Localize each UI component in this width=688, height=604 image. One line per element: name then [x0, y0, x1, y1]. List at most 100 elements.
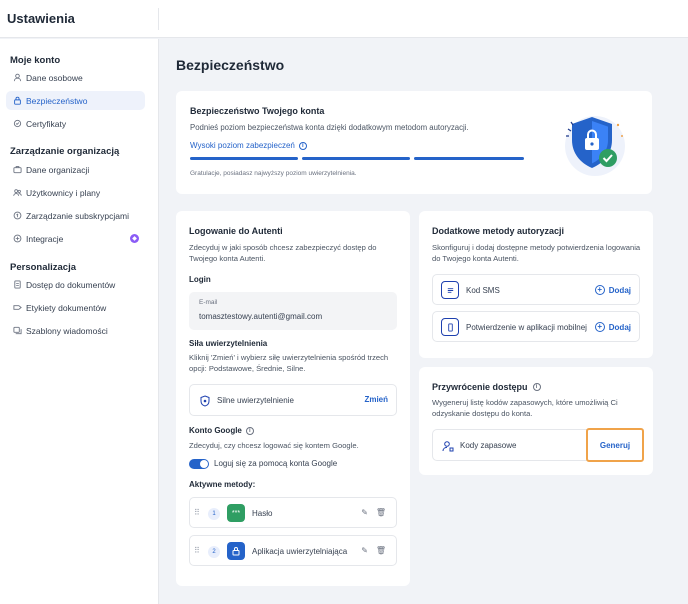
shield-check-icon [565, 116, 625, 176]
info-icon[interactable]: i [532, 383, 541, 391]
phone-lock-icon [227, 542, 245, 560]
sidebar-item-label: Dostęp do dokumentów [26, 279, 116, 290]
auth-card-title: Dodatkowe metody autoryzacji [432, 226, 565, 236]
login-card-description: Zdecyduj w jaki sposób chcesz zabezpiecz… [189, 243, 377, 263]
document-icon [8, 280, 26, 289]
strength-title: Siła uwierzytelnienia [189, 339, 268, 348]
edit-icon[interactable]: ✎ [361, 508, 368, 517]
security-level-bar-segment [302, 157, 410, 160]
user-icon [8, 73, 26, 82]
sidebar-item-document-access[interactable]: Dostęp do dokumentów [6, 275, 145, 294]
email-field-label: E-mail [199, 299, 218, 306]
sidebar-section-organization: Zarządzanie organizacją [10, 146, 120, 157]
app-title: Ustawienia [7, 11, 75, 26]
subscription-icon [8, 211, 26, 220]
sms-label: Kod SMS [466, 286, 500, 295]
add-mobile-app-button[interactable]: + Dodaj [594, 322, 631, 332]
recovery-description: Wygeneruj listę kodów zapasowych, które … [432, 398, 618, 418]
shield-icon [199, 394, 211, 407]
trash-icon[interactable]: 🗑 [376, 508, 386, 517]
sidebar-item-integrations[interactable]: Integracje ◆ [6, 229, 145, 248]
sidebar-item-document-labels[interactable]: Etykiety dokumentów [6, 298, 145, 317]
security-level-text: Wysoki poziom zabezpieczeń [190, 141, 295, 150]
sms-icon [441, 281, 459, 299]
template-icon [8, 326, 26, 335]
google-login-toggle[interactable] [189, 459, 209, 469]
sidebar-item-label: Szablony wiadomości [26, 325, 108, 336]
briefcase-icon [8, 165, 26, 174]
users-icon [8, 188, 26, 197]
google-toggle-label: Loguj się za pomocą konta Google [214, 459, 338, 468]
add-sms-button[interactable]: + Dodaj [594, 285, 631, 295]
method-label: Aplikacja uwierzytelniająca [252, 547, 348, 556]
google-title-row: Konto Google i [189, 426, 254, 435]
mobile-app-label: Potwierdzenie w aplikacji mobilnej [466, 323, 587, 332]
sidebar-section-my-account: Moje konto [10, 55, 61, 66]
security-level-bar-segment [190, 157, 298, 160]
strength-description: Kliknij 'Zmień' i wybierz siłę uwierzyte… [189, 353, 389, 373]
drag-handle-icon[interactable]: ⠿ [194, 508, 200, 517]
topbar-divider [158, 8, 159, 30]
active-methods-label: Aktywne metody: [189, 480, 256, 489]
recovery-title-row: Przywrócenie dostępu i [432, 382, 541, 392]
email-field-value: tomasztestowy.autenti@gmail.com [199, 312, 323, 321]
tag-icon [8, 303, 26, 312]
integrations-icon [8, 234, 26, 243]
mobile-app-method-row: Potwierdzenie w aplikacji mobilnej + Doda… [432, 311, 640, 342]
sidebar-item-organization-data[interactable]: Dane organizacji [6, 160, 145, 179]
additional-auth-card: Dodatkowe metody autoryzacji Skonfiguruj… [419, 211, 653, 358]
method-number: 2 [208, 546, 220, 558]
drag-handle-icon[interactable]: ⠿ [194, 546, 200, 555]
mobile-icon [441, 318, 459, 336]
security-level-bar-segment [414, 157, 524, 160]
security-card-description: Podnieś poziom bezpieczeństwa konta dzię… [190, 123, 469, 132]
security-level-label: Wysoki poziom zabezpieczeń i [190, 141, 307, 150]
sidebar-item-subscriptions[interactable]: Zarządzanie subskrypcjami [6, 206, 145, 225]
top-bar: Ustawienia [0, 0, 688, 38]
sidebar-item-label: Etykiety dokumentów [26, 302, 107, 313]
backup-codes-row: Kody zapasowe Generuj [432, 428, 644, 462]
generate-label: Generuj [599, 440, 631, 450]
login-card: Logowanie do Autenti Zdecyduj w jaki spo… [176, 211, 410, 586]
google-description: Zdecyduj, czy chcesz logować się kontem … [189, 441, 359, 450]
sidebar-item-label: Integracje [26, 233, 64, 244]
login-card-title: Logowanie do Autenti [189, 226, 283, 236]
certificate-icon [8, 119, 26, 128]
sidebar: Moje konto Dane osobowe Bezpieczeństwo C… [0, 39, 159, 604]
sms-method-row: Kod SMS + Dodaj [432, 274, 640, 305]
integrations-badge-icon: ◆ [130, 234, 139, 243]
sidebar-item-label: Dane osobowe [26, 72, 83, 83]
email-field: E-mail tomasztestowy.autenti@gmail.com [189, 292, 397, 330]
sidebar-item-personal-data[interactable]: Dane osobowe [6, 68, 145, 87]
access-recovery-card: Przywrócenie dostępu i Wygeneruj listę k… [419, 367, 653, 475]
page-title: Bezpieczeństwo [176, 57, 285, 73]
sidebar-item-users-plans[interactable]: Użytkownicy i plany [6, 183, 145, 202]
edit-icon[interactable]: ✎ [361, 546, 368, 555]
user-key-icon [442, 439, 454, 457]
sidebar-item-message-templates[interactable]: Szablony wiadomości [6, 321, 145, 340]
method-row[interactable]: ⠿ 1 *** Hasło ✎ 🗑 [189, 497, 397, 528]
sidebar-item-label: Użytkownicy i plany [26, 187, 101, 198]
recovery-title: Przywrócenie dostępu [432, 382, 528, 392]
method-label: Hasło [252, 509, 273, 518]
sidebar-item-certificates[interactable]: Certyfikaty [6, 114, 145, 133]
auth-card-description: Skonfiguruj i dodaj dostępne metody potw… [432, 243, 641, 263]
plus-icon: + [594, 322, 605, 332]
generate-button[interactable]: Generuj [586, 428, 644, 462]
password-icon: *** [227, 504, 245, 522]
sidebar-item-label: Certyfikaty [26, 118, 67, 129]
add-label: Dodaj [608, 285, 631, 295]
strength-selector: Silne uwierzytelnienie Zmień [189, 384, 397, 416]
account-security-card: Bezpieczeństwo Twojego konta Podnieś poz… [176, 91, 652, 194]
trash-icon[interactable]: 🗑 [376, 546, 386, 555]
lock-icon [8, 96, 26, 105]
change-strength-button[interactable]: Zmień [364, 395, 388, 404]
backup-codes-label: Kody zapasowe [460, 441, 517, 450]
security-level-note: Gratulacje, posiadasz najwyższy poziom u… [190, 170, 357, 177]
sidebar-item-security[interactable]: Bezpieczeństwo [6, 91, 145, 110]
method-number: 1 [208, 508, 220, 520]
info-icon[interactable]: i [245, 426, 254, 435]
add-label: Dodaj [608, 322, 631, 332]
info-icon[interactable]: i [298, 141, 307, 150]
method-row[interactable]: ⠿ 2 Aplikacja uwierzytelniająca ✎ 🗑 [189, 535, 397, 566]
